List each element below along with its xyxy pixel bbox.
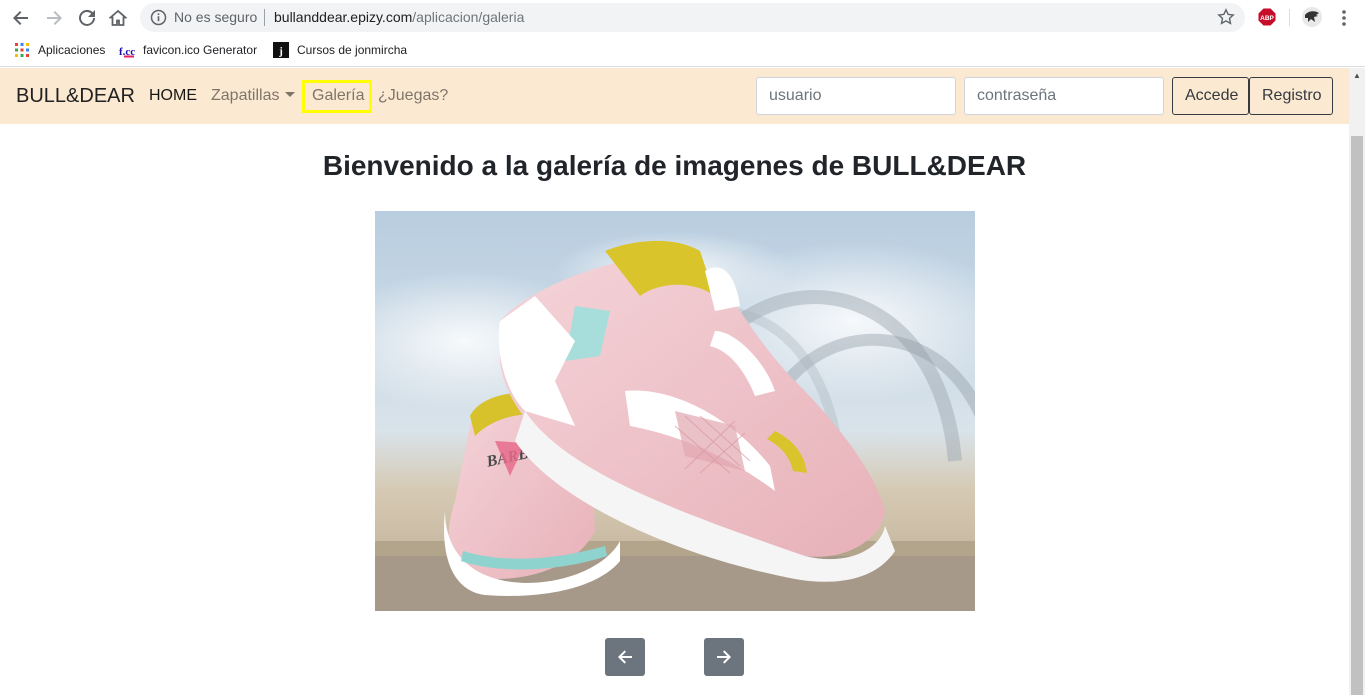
bookmarks-bar: Aplicaciones f.cc favicon.ico Generator … [0,35,1365,67]
bookmark-apps[interactable]: Aplicaciones [14,41,105,59]
caret-down-icon [285,91,296,97]
register-button[interactable]: Registro [1249,77,1333,115]
jonmircha-j-icon: j [273,42,289,58]
reload-icon[interactable] [75,6,99,30]
arrow-left-icon [618,650,632,664]
bookmark-label: Aplicaciones [38,43,106,57]
password-input[interactable] [964,77,1164,115]
bookmark-label: favicon.ico Generator [143,43,258,57]
site-navbar: BULL&DEAR HOME Zapatillas Galería ¿Juega… [0,68,1349,124]
home-icon[interactable] [106,6,130,30]
page-viewport: BULL&DEAR HOME Zapatillas Galería ¿Juega… [0,68,1349,695]
nav-zapatillas-dropdown[interactable]: Zapatillas [211,87,296,105]
url-host: bullanddear.epizy.com [274,9,413,25]
chrome-menu-icon[interactable] [1338,8,1350,28]
url-text[interactable]: bullanddear.epizy.com/aplicacion/galeria [274,9,524,25]
omnibox-divider [264,9,265,26]
scroll-up-arrow-icon[interactable]: ▲ [1349,68,1365,84]
login-button[interactable]: Accede [1172,77,1249,115]
nav-zapatillas-label: Zapatillas [211,87,280,104]
scrollbar-thumb[interactable] [1351,136,1363,695]
nav-galeria[interactable]: Galería [312,87,364,105]
apps-grid-icon [15,43,29,57]
next-image-button[interactable] [704,638,744,676]
bookmark-star-icon[interactable] [1217,8,1235,26]
back-arrow-icon[interactable] [9,6,33,30]
info-icon[interactable] [150,9,167,26]
adblock-plus-icon[interactable]: ABP [1258,8,1276,26]
previous-image-button[interactable] [605,638,645,676]
nav-juegas[interactable]: ¿Juegas? [378,87,448,105]
toolbar-divider [1289,9,1290,26]
extension-icon[interactable] [1301,6,1323,28]
page-title: Bienvenido a la galería de imagenes de B… [322,150,1027,181]
address-bar[interactable]: No es seguro bullanddear.epizy.com/aplic… [140,3,1245,32]
favicon-cc-icon: f.cc [119,46,135,58]
nav-home[interactable]: HOME [149,87,197,105]
brand-logo[interactable]: BULL&DEAR [16,85,135,108]
gallery-image: BARBIE [375,211,975,611]
bookmark-label: Cursos de jonmircha [297,43,408,57]
bookmark-jonmircha[interactable]: j Cursos de jonmircha [273,41,407,59]
jonmircha-j-text: j [278,46,283,58]
username-input[interactable] [756,77,956,115]
browser-toolbar: No es seguro bullanddear.epizy.com/aplic… [0,0,1365,35]
abp-label: ABP [1260,15,1274,22]
url-path: /aplicacion/galeria [412,9,525,25]
security-label: No es seguro [174,9,258,25]
page-scrollbar[interactable]: ▲ [1349,68,1365,695]
forward-arrow-icon[interactable] [42,6,66,30]
arrow-right-icon [717,650,731,664]
bookmark-favicon-generator[interactable]: f.cc favicon.ico Generator [119,41,257,59]
